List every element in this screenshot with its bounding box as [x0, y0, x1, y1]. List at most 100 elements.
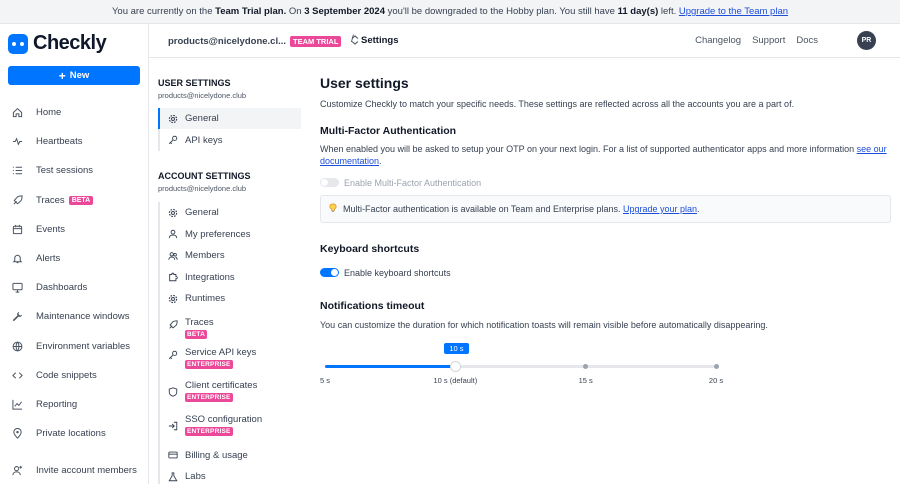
- mfa-text: When enabled you will be asked to setup …: [320, 144, 857, 154]
- main-nav: Home Heartbeats Test sessions Traces BET…: [0, 98, 148, 484]
- mfa-toggle-label: Enable Multi-Factor Authentication: [344, 178, 482, 188]
- top-links: Changelog Support Docs: [695, 35, 818, 46]
- chart-icon: [12, 399, 23, 410]
- trial-badge: TEAM TRIAL: [290, 36, 342, 47]
- slider-track[interactable]: [325, 365, 716, 368]
- settings-item-billing-usage[interactable]: Billing & usage: [160, 445, 301, 467]
- rocket-icon: [168, 319, 178, 330]
- nav-label: Alerts: [36, 253, 61, 265]
- enterprise-badge: ENTERPRISE: [185, 426, 233, 436]
- nav-item-traces[interactable]: Traces BETA: [0, 186, 148, 215]
- sidebar: Checkly + New Home Heartbeats Test sessi…: [0, 24, 149, 484]
- docs-link-2[interactable]: documentation: [320, 156, 379, 166]
- globe-icon: [12, 341, 23, 352]
- settings-item-label: Integrations: [185, 271, 235, 283]
- notifications-description: You can customize the duration for which…: [320, 320, 768, 330]
- nav-label: Heartbeats: [36, 136, 83, 148]
- breadcrumb-separator: /: [351, 34, 354, 45]
- upgrade-plan-link[interactable]: Upgrade your plan: [623, 204, 697, 214]
- account-settings-heading: ACCOUNT SETTINGS: [158, 171, 251, 181]
- settings-item-text: Client certificates ENTERPRISE: [185, 380, 257, 402]
- account-switcher[interactable]: products@nicelydone.cl... TEAM TRIAL: [168, 35, 359, 48]
- settings-item-labs[interactable]: Labs: [160, 466, 301, 484]
- breadcrumb-settings[interactable]: Settings: [361, 35, 398, 46]
- changelog-link[interactable]: Changelog: [695, 35, 741, 46]
- logo-text: Checkly: [33, 32, 107, 54]
- nav-item-dashboards[interactable]: Dashboards: [0, 273, 148, 302]
- trial-banner: You are currently on the Team Trial plan…: [0, 0, 900, 24]
- settings-item-sso-configuration[interactable]: SSO configuration ENTERPRISE: [160, 411, 301, 445]
- settings-item-label: Service API keys: [185, 346, 257, 358]
- settings-item-label: Client certificates: [185, 380, 258, 391]
- slider-thumb[interactable]: [449, 361, 461, 372]
- upgrade-team-link[interactable]: Upgrade to the Team plan: [679, 6, 788, 17]
- gear-icon: [168, 208, 178, 218]
- nav-item-test-sessions[interactable]: Test sessions: [0, 156, 148, 185]
- nav-item-alerts[interactable]: Alerts: [0, 244, 148, 273]
- settings-item-traces[interactable]: Traces BETA: [160, 310, 301, 344]
- beta-badge: BETA: [185, 329, 208, 339]
- notification-timeout-slider[interactable]: 10 s 5 s 10 s (default) 15 s 20 s: [320, 340, 740, 390]
- settings-item-api-keys[interactable]: API keys: [160, 129, 301, 151]
- login-icon: [168, 421, 178, 431]
- topbar: products@nicelydone.cl... TEAM TRIAL / S…: [149, 24, 900, 58]
- page-title: User settings: [320, 75, 409, 91]
- slider-tick-label: 20 s: [708, 376, 724, 385]
- mfa-toggle[interactable]: [320, 178, 339, 187]
- settings-item-account-general[interactable]: General: [160, 202, 301, 224]
- account-settings-list: General My preferences Members Integrati…: [158, 202, 301, 484]
- settings-item-label: My preferences: [185, 228, 251, 240]
- bell-icon: [12, 253, 23, 264]
- nav-item-maintenance-windows[interactable]: Maintenance windows: [0, 302, 148, 331]
- nav-item-private-locations[interactable]: Private locations: [0, 419, 148, 448]
- nav-label: Code snippets: [36, 369, 97, 381]
- settings-item-text: Service API keys ENTERPRISE: [185, 347, 256, 369]
- settings-item-user-general[interactable]: General: [158, 108, 301, 129]
- slider-tick-label: 15 s: [578, 376, 593, 385]
- nav-item-heartbeats[interactable]: Heartbeats: [0, 127, 148, 156]
- settings-item-label: Billing & usage: [185, 449, 248, 461]
- docs-link[interactable]: Docs: [796, 35, 818, 46]
- mfa-heading: Multi-Factor Authentication: [320, 125, 457, 137]
- new-button[interactable]: + New: [8, 66, 140, 85]
- settings-item-members[interactable]: Members: [160, 245, 301, 267]
- user-settings-list: General API keys: [158, 108, 301, 151]
- checkly-logo-icon: [8, 33, 28, 54]
- monitor-icon: [12, 282, 23, 293]
- nav-item-invite-members[interactable]: Invite account members: [0, 456, 148, 484]
- user-icon: [168, 229, 178, 239]
- slider-fill: [325, 365, 456, 368]
- support-link[interactable]: Support: [752, 35, 785, 46]
- credit-card-icon: [168, 450, 178, 460]
- settings-item-service-api-keys[interactable]: Service API keys ENTERPRISE: [160, 344, 301, 378]
- slider-step-dot[interactable]: [583, 364, 589, 369]
- calendar-icon: [12, 224, 23, 235]
- code-icon: [12, 370, 23, 381]
- nav-item-code-snippets[interactable]: Code snippets: [0, 361, 148, 390]
- list-icon: [12, 165, 23, 176]
- settings-item-runtimes[interactable]: Runtimes: [160, 288, 301, 310]
- nav-item-environment-variables[interactable]: Environment variables: [0, 332, 148, 361]
- avatar[interactable]: PR: [857, 31, 876, 50]
- account-settings-email: products@nicelydone.club: [158, 184, 247, 193]
- logo[interactable]: Checkly: [8, 32, 107, 55]
- settings-nav: USER SETTINGS products@nicelydone.club G…: [149, 58, 309, 484]
- settings-item-label: API keys: [185, 134, 223, 146]
- slider-step-dot[interactable]: [713, 364, 719, 369]
- docs-link-1[interactable]: see our: [857, 144, 887, 154]
- settings-item-my-preferences[interactable]: My preferences: [160, 224, 301, 246]
- settings-item-label: General: [185, 113, 219, 124]
- users-icon: [168, 251, 178, 261]
- nav-item-reporting[interactable]: Reporting: [0, 390, 148, 419]
- keyboard-toggle-label: Enable keyboard shortcuts: [344, 268, 451, 278]
- settings-item-label: Labs: [185, 471, 206, 483]
- keyboard-shortcuts-toggle[interactable]: [320, 268, 339, 277]
- banner-date: 3 September 2024: [304, 6, 385, 17]
- nav-item-events[interactable]: Events: [0, 215, 148, 244]
- nav-item-home[interactable]: Home: [0, 98, 148, 127]
- user-settings-email: products@nicelydone.club: [158, 91, 247, 100]
- notifications-heading: Notifications timeout: [320, 300, 425, 312]
- settings-item-integrations[interactable]: Integrations: [160, 267, 301, 289]
- gear-icon: [168, 294, 178, 304]
- settings-item-client-certificates[interactable]: Client certificates ENTERPRISE: [160, 377, 301, 411]
